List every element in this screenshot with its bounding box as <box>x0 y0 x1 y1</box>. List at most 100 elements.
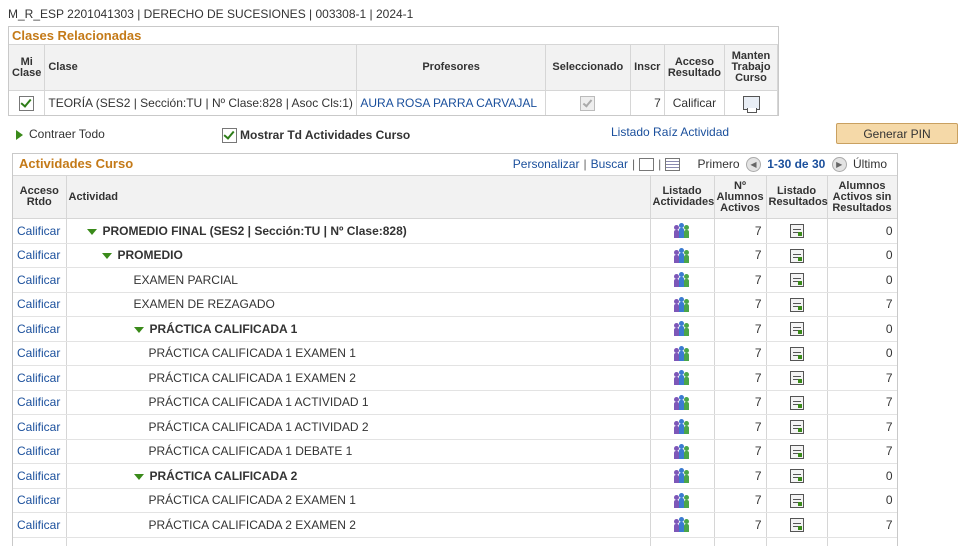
acceso-cell: Calificar <box>13 464 66 489</box>
collapse-triangle-icon[interactable] <box>102 253 112 259</box>
students-icon[interactable] <box>674 322 690 336</box>
report-icon[interactable] <box>790 494 804 508</box>
students-icon[interactable] <box>674 518 690 532</box>
acceso-cell: Calificar <box>13 219 66 244</box>
listado-resultados-cell <box>766 317 827 342</box>
actividades-curso-title: Actividades Curso <box>19 156 133 171</box>
report-icon[interactable] <box>790 249 804 263</box>
alumnos-activos-cell: 7 <box>714 439 766 464</box>
view-all-icon[interactable] <box>639 158 654 171</box>
calificar-link[interactable]: Calificar <box>17 273 60 287</box>
collapse-triangle-icon[interactable] <box>134 327 144 333</box>
contraer-todo-link[interactable]: Contraer Todo <box>16 127 105 141</box>
report-icon[interactable] <box>790 298 804 312</box>
listado-actividades-cell <box>650 317 714 342</box>
students-icon[interactable] <box>674 249 690 263</box>
listado-resultados-cell <box>766 390 827 415</box>
download-excel-icon[interactable] <box>665 158 680 171</box>
listado-actividades-cell <box>650 292 714 317</box>
report-icon[interactable] <box>790 396 804 410</box>
contraer-todo-label: Contraer Todo <box>29 127 105 141</box>
calificar-link[interactable]: Calificar <box>17 346 60 360</box>
actividad-cell: PRÁCTICA CALIFICADA 2 <box>66 464 650 489</box>
calificar-link[interactable]: Calificar <box>17 371 60 385</box>
students-icon[interactable] <box>674 273 690 287</box>
alumnos-activos-cell: 7 <box>714 243 766 268</box>
report-icon[interactable] <box>790 420 804 434</box>
calificar-link[interactable]: Calificar <box>17 444 60 458</box>
sin-resultados-cell: 7 <box>827 513 897 538</box>
calificar-link[interactable]: Calificar <box>17 322 60 336</box>
mostrar-actividades-toggle[interactable]: Mostrar Td Actividades Curso <box>222 128 410 143</box>
mi-clase-checkbox[interactable] <box>19 96 34 111</box>
students-icon[interactable] <box>674 445 690 459</box>
calificar-link[interactable]: Calificar <box>17 395 60 409</box>
students-icon[interactable] <box>674 298 690 312</box>
students-icon[interactable] <box>674 224 690 238</box>
calificar-link[interactable]: Calificar <box>17 493 60 507</box>
students-icon[interactable] <box>674 420 690 434</box>
listado-raiz-actividad-link[interactable]: Listado Raíz Actividad <box>611 125 729 139</box>
expand-triangle-icon <box>16 130 23 140</box>
report-icon[interactable] <box>790 347 804 361</box>
report-icon[interactable] <box>790 518 804 532</box>
primero-link[interactable]: Primero <box>698 157 740 171</box>
next-page-icon[interactable]: ▶ <box>832 157 847 172</box>
calificar-link[interactable]: Calificar <box>17 224 60 238</box>
listado-resultados-cell <box>766 513 827 538</box>
generar-pin-button[interactable]: Generar PIN <box>836 123 958 144</box>
actividad-name: EXAMEN PARCIAL <box>134 273 238 287</box>
report-icon[interactable] <box>790 273 804 287</box>
students-icon[interactable] <box>674 469 690 483</box>
calificar-link[interactable]: Calificar <box>17 297 60 311</box>
mostrar-actividades-label: Mostrar Td Actividades Curso <box>240 128 410 142</box>
alumnos-activos-cell: 7 <box>714 219 766 244</box>
collapse-triangle-icon[interactable] <box>134 474 144 480</box>
report-icon[interactable] <box>790 371 804 385</box>
table-row: CalificarEXAMEN PARCIAL70 <box>13 268 897 293</box>
profesor-link[interactable]: AURA ROSA PARRA CARVAJAL <box>360 96 537 110</box>
acceso-cell: Calificar <box>13 317 66 342</box>
students-icon[interactable] <box>674 396 690 410</box>
listado-actividades-cell <box>650 415 714 440</box>
personalizar-link[interactable]: Personalizar <box>513 157 580 171</box>
listado-resultados-cell <box>766 366 827 391</box>
report-icon[interactable] <box>790 469 804 483</box>
collapse-triangle-icon[interactable] <box>87 229 97 235</box>
listado-actividades-cell <box>650 390 714 415</box>
manten-trabajo-icon[interactable] <box>743 96 760 110</box>
sin-resultados-cell: 7 <box>827 415 897 440</box>
ultimo-link[interactable]: Último <box>853 157 887 171</box>
actividad-name: PRÁCTICA CALIFICADA 1 ACTIVIDAD 2 <box>149 420 369 434</box>
listado-actividades-cell <box>650 366 714 391</box>
table-row: CalificarPRÁCTICA CALIFICADA 1 EXAMEN 27… <box>13 366 897 391</box>
calificar-link[interactable]: Calificar <box>17 518 60 532</box>
students-icon[interactable] <box>674 347 690 361</box>
actividades-curso-grid: Actividades Curso Personalizar|Buscar|| … <box>12 153 898 546</box>
mi-clase-cell <box>9 91 45 116</box>
acceso-cell: Calificar <box>13 292 66 317</box>
students-icon[interactable] <box>674 494 690 508</box>
report-icon[interactable] <box>790 322 804 336</box>
listado-resultados-cell <box>766 268 827 293</box>
actividades-body: Calificar PROMEDIO FINAL (SES2 | Sección:… <box>13 219 897 546</box>
alumnos-activos-cell: 7 <box>714 513 766 538</box>
actividad-cell: EXAMEN DE REZAGADO <box>66 292 650 317</box>
seleccionado-checkbox <box>580 96 595 111</box>
report-icon[interactable] <box>790 224 804 238</box>
calificar-link[interactable]: Calificar <box>17 420 60 434</box>
buscar-link[interactable]: Buscar <box>591 157 628 171</box>
listado-actividades-cell <box>650 243 714 268</box>
calificar-link[interactable]: Calificar <box>17 248 60 262</box>
listado-resultados-cell <box>766 292 827 317</box>
actividad-name: PROMEDIO FINAL (SES2 | Sección:TU | Nº C… <box>103 224 407 238</box>
students-icon[interactable] <box>674 371 690 385</box>
previous-page-icon[interactable]: ◀ <box>746 157 761 172</box>
inscr-cell: 7 <box>630 91 664 116</box>
report-icon[interactable] <box>790 445 804 459</box>
mostrar-actividades-checkbox[interactable] <box>222 128 237 143</box>
col-profesores: Profesores <box>357 45 545 91</box>
calificar-link[interactable]: Calificar <box>17 469 60 483</box>
acceso-cell: Calificar <box>13 366 66 391</box>
clase-cell: TEORÍA (SES2 | Sección:TU | Nº Clase:828… <box>45 91 357 116</box>
